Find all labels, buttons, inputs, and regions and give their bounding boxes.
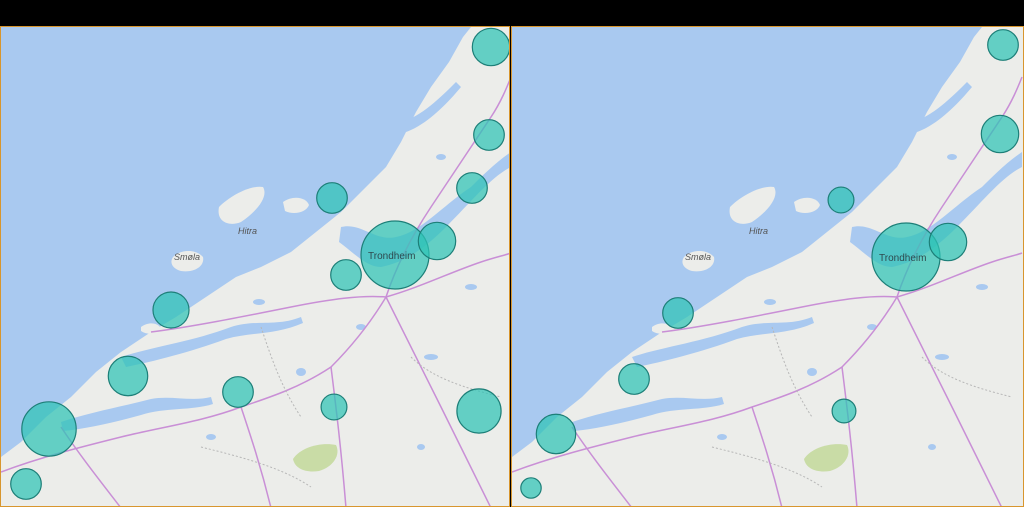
- data-bubble[interactable]: [827, 186, 855, 214]
- data-bubble[interactable]: [473, 119, 505, 151]
- data-bubble[interactable]: [222, 376, 254, 408]
- lake: [935, 354, 949, 360]
- data-bubble[interactable]: [618, 363, 650, 395]
- data-bubble[interactable]: [520, 477, 542, 499]
- data-bubble[interactable]: [10, 468, 42, 500]
- place-label-trondheim: Trondheim: [368, 251, 415, 262]
- data-bubble[interactable]: [107, 355, 149, 397]
- data-bubble[interactable]: [320, 393, 348, 421]
- data-bubble[interactable]: [928, 222, 968, 262]
- lake: [465, 284, 477, 290]
- map-panel-left[interactable]: Hitra Smøla Trondheim: [0, 26, 510, 507]
- lake: [976, 284, 988, 290]
- lake: [717, 434, 727, 440]
- data-bubble[interactable]: [316, 182, 348, 214]
- lake: [436, 154, 446, 160]
- lake: [253, 299, 265, 305]
- lake: [424, 354, 438, 360]
- place-label-hitra: Hitra: [238, 226, 257, 236]
- data-bubble[interactable]: [662, 297, 694, 329]
- lake: [296, 368, 306, 376]
- map-canvas[interactable]: Hitra Smøla Trondheim: [1, 27, 510, 507]
- map-panel-right[interactable]: Hitra Smøla Trondheim: [511, 26, 1024, 507]
- data-bubble[interactable]: [471, 27, 509, 67]
- data-bubble[interactable]: [987, 29, 1019, 61]
- data-bubble[interactable]: [330, 259, 362, 291]
- lake: [417, 444, 425, 450]
- lake: [807, 368, 817, 376]
- data-bubble[interactable]: [535, 413, 577, 455]
- data-bubble[interactable]: [456, 388, 502, 434]
- lake: [764, 299, 776, 305]
- data-bubble[interactable]: [831, 398, 857, 424]
- map-canvas[interactable]: Hitra Smøla Trondheim: [512, 27, 1024, 507]
- place-label-trondheim: Trondheim: [879, 253, 926, 264]
- lake: [947, 154, 957, 160]
- data-bubble[interactable]: [152, 291, 190, 329]
- data-bubble[interactable]: [456, 172, 488, 204]
- data-bubble[interactable]: [21, 401, 77, 457]
- lake: [928, 444, 936, 450]
- place-label-smola: Smøla: [685, 252, 711, 262]
- place-label-smola: Smøla: [174, 252, 200, 262]
- place-label-hitra: Hitra: [749, 226, 768, 236]
- data-bubble[interactable]: [417, 221, 457, 261]
- lake: [206, 434, 216, 440]
- data-bubble[interactable]: [980, 114, 1020, 154]
